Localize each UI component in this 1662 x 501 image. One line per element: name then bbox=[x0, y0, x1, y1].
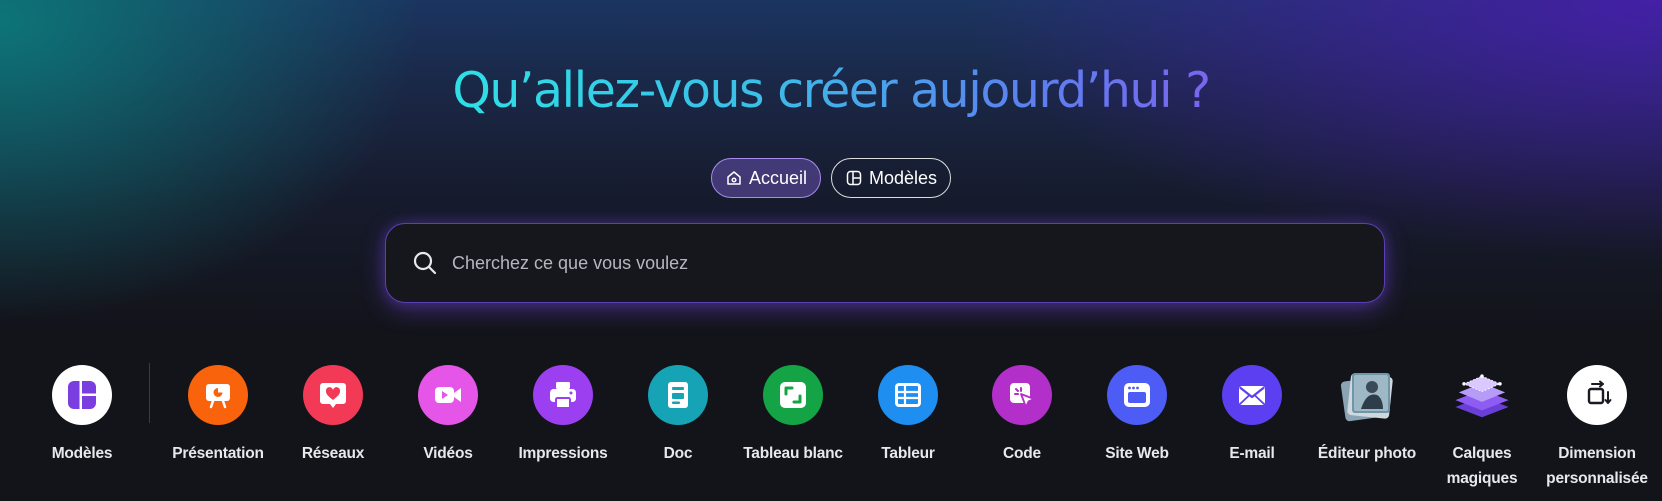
category-label: Code bbox=[1003, 445, 1041, 462]
home-icon bbox=[727, 171, 741, 185]
photo-editor-icon bbox=[1340, 373, 1393, 422]
category-code[interactable]: Code bbox=[957, 365, 1087, 466]
category-impressions[interactable]: Impressions bbox=[498, 365, 628, 466]
category-label: Tableau blanc bbox=[743, 445, 843, 462]
heart-chat-icon bbox=[320, 383, 346, 408]
browser-window-icon bbox=[1124, 383, 1150, 407]
category-label: Vidéos bbox=[423, 445, 473, 462]
printer-icon bbox=[550, 382, 576, 409]
envelope-icon bbox=[1239, 386, 1265, 405]
category-editeur-photo[interactable]: Éditeur photo bbox=[1302, 365, 1432, 466]
category-circle bbox=[533, 365, 593, 425]
category-circle bbox=[878, 365, 938, 425]
category-label: Réseaux bbox=[301, 445, 365, 462]
category-circle bbox=[1337, 365, 1397, 425]
category-tableur[interactable]: Tableur bbox=[843, 365, 973, 466]
tab-modeles[interactable]: Modèles bbox=[830, 158, 952, 198]
category-circle bbox=[52, 365, 112, 425]
spreadsheet-icon bbox=[895, 383, 921, 407]
category-circle bbox=[303, 365, 363, 425]
category-circle bbox=[763, 365, 823, 425]
category-circle bbox=[1567, 365, 1627, 425]
code-cursor-icon bbox=[1010, 383, 1035, 408]
category-label: Modèles bbox=[51, 445, 113, 462]
category-email[interactable]: E-mail bbox=[1187, 365, 1317, 466]
category-modeles[interactable]: Modèles bbox=[17, 365, 147, 466]
category-circle bbox=[648, 365, 708, 425]
category-label: Éditeur photo bbox=[1317, 445, 1417, 462]
category-reseaux[interactable]: Réseaux bbox=[268, 365, 398, 466]
category-circle bbox=[418, 365, 478, 425]
search-icon bbox=[413, 251, 437, 275]
category-circle bbox=[992, 365, 1052, 425]
tab-accueil-label: Accueil bbox=[748, 167, 807, 188]
category-circle bbox=[188, 365, 248, 425]
category-label: Tableur bbox=[881, 445, 935, 462]
page-title: Qu’allez-vous créer aujourd’hui ? bbox=[452, 62, 1211, 119]
category-presentation[interactable]: Présentation bbox=[153, 365, 283, 466]
category-circle bbox=[1107, 365, 1167, 425]
category-calques-magiques[interactable]: Calques magiques bbox=[1417, 365, 1547, 491]
tab-accueil[interactable]: Accueil bbox=[710, 158, 821, 198]
category-label: Présentation bbox=[172, 445, 264, 462]
category-label: Site Web bbox=[1105, 445, 1169, 462]
tab-modeles-label: Modèles bbox=[868, 167, 938, 188]
home-tabs: Accueil Modèles bbox=[0, 158, 1662, 198]
templates-icon bbox=[68, 381, 96, 409]
category-site-web[interactable]: Site Web bbox=[1072, 365, 1202, 466]
category-videos[interactable]: Vidéos bbox=[383, 365, 513, 466]
document-icon bbox=[668, 382, 688, 408]
category-label: E-mail bbox=[1229, 445, 1275, 462]
custom-size-icon bbox=[1587, 380, 1612, 405]
home-page: Qu’allez-vous créer aujourd’hui ? Accuei… bbox=[0, 0, 1662, 501]
video-camera-icon bbox=[435, 387, 461, 403]
category-dimension-personnalisee[interactable]: Dimension personnalisée bbox=[1532, 365, 1662, 491]
category-label: Doc bbox=[663, 445, 693, 462]
search-input[interactable] bbox=[452, 243, 1384, 283]
category-divider bbox=[149, 363, 150, 423]
category-label: Dimension personnalisée bbox=[1546, 445, 1648, 487]
magic-layers-icon bbox=[1455, 374, 1509, 418]
category-doc[interactable]: Doc bbox=[613, 365, 743, 466]
whiteboard-icon bbox=[780, 382, 806, 408]
search-bar[interactable] bbox=[385, 223, 1385, 303]
presentation-icon bbox=[206, 384, 230, 409]
category-circle bbox=[1452, 365, 1512, 425]
category-label: Calques magiques bbox=[1446, 445, 1518, 487]
template-icon bbox=[846, 170, 862, 186]
category-circle bbox=[1222, 365, 1282, 425]
category-label: Impressions bbox=[518, 445, 608, 462]
category-tableau-blanc[interactable]: Tableau blanc bbox=[728, 365, 858, 466]
